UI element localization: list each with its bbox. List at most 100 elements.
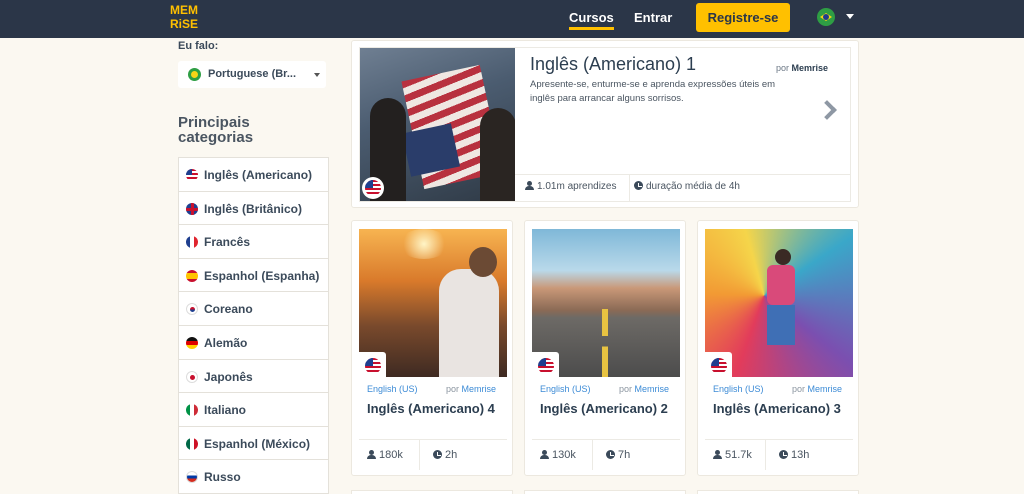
- category-item-german[interactable]: Alemão: [179, 326, 328, 360]
- featured-course-description: Apresente-se, enturme-se e aprenda expre…: [530, 79, 776, 104]
- image-person-right: [480, 108, 515, 201]
- germany-flag-icon: [186, 336, 198, 349]
- duration-text: 2h: [445, 449, 458, 461]
- category-list: Inglês (Americano) Inglês (Britânico) Fr…: [178, 157, 329, 494]
- image-skater-head: [775, 249, 791, 265]
- us-flag-icon: [365, 180, 381, 196]
- learners-count: 1.01m aprendizes: [525, 181, 617, 192]
- france-flag-icon: [186, 236, 198, 249]
- image-sun: [399, 229, 449, 259]
- i-speak-label: Eu falo:: [178, 40, 219, 52]
- divider: [419, 440, 420, 470]
- course-card[interactable]: English (US) por Memrise Inglês (America…: [351, 220, 513, 476]
- category-label: Italiano: [204, 403, 247, 418]
- by-prefix: por: [776, 63, 790, 73]
- course-language[interactable]: English (US): [367, 384, 418, 394]
- course-stats: 51.7k 13h: [705, 439, 853, 470]
- category-item-french[interactable]: Francês: [179, 225, 328, 259]
- featured-course-image: [360, 48, 515, 201]
- user-icon: [713, 450, 722, 459]
- divider: [765, 440, 766, 470]
- mexico-flag-icon: [186, 437, 198, 450]
- course-card-partial[interactable]: [697, 490, 859, 494]
- category-item-italian[interactable]: Italiano: [179, 393, 328, 427]
- course-card[interactable]: English (US) por Memrise Inglês (America…: [697, 220, 859, 476]
- featured-course-title[interactable]: Inglês (Americano) 1: [530, 54, 696, 75]
- category-item-english-us[interactable]: Inglês (Americano): [179, 158, 328, 192]
- course-language[interactable]: English (US): [540, 384, 591, 394]
- user-icon: [367, 450, 376, 459]
- korea-flag-icon: [186, 303, 198, 316]
- author-name[interactable]: Memrise: [792, 63, 829, 73]
- uk-flag-icon: [186, 202, 198, 215]
- category-item-russian[interactable]: Russo: [179, 460, 328, 494]
- author-name[interactable]: Memrise: [635, 384, 670, 394]
- course-card[interactable]: English (US) por Memrise Inglês (America…: [524, 220, 686, 476]
- course-language[interactable]: English (US): [713, 384, 764, 394]
- category-item-english-uk[interactable]: Inglês (Britânico): [179, 192, 328, 226]
- nav-login-link[interactable]: Entrar: [634, 10, 672, 25]
- learners-text: 1.01m aprendizes: [537, 181, 617, 192]
- course-title[interactable]: Inglês (Americano) 3: [713, 401, 853, 416]
- image-skater-body: [767, 265, 795, 305]
- category-label: Inglês (Britânico): [204, 201, 303, 216]
- user-icon: [540, 450, 549, 459]
- us-flag-icon: [538, 358, 554, 374]
- by-prefix: por: [446, 384, 460, 394]
- clock-icon: [779, 450, 788, 459]
- category-item-japanese[interactable]: Japonês: [179, 360, 328, 394]
- category-label: Alemão: [204, 335, 248, 350]
- memrise-logo[interactable]: MEM RiSE: [170, 3, 202, 33]
- course-title[interactable]: Inglês (Americano) 2: [540, 401, 680, 416]
- average-duration: duração média de 4h: [629, 175, 740, 202]
- brazil-flag-icon: [188, 68, 201, 81]
- course-card-partial[interactable]: [524, 490, 686, 494]
- learners-text: 51.7k: [725, 449, 752, 461]
- featured-course-card[interactable]: Inglês (Americano) 1 por Memrise Apresen…: [351, 40, 859, 208]
- category-item-spanish-spain[interactable]: Espanhol (Espanha): [179, 259, 328, 293]
- category-label: Japonês: [204, 369, 253, 384]
- author-name[interactable]: Memrise: [808, 384, 843, 394]
- signup-button[interactable]: Registre-se: [696, 3, 790, 32]
- nav-courses-link[interactable]: Cursos: [569, 10, 614, 30]
- category-label: Espanhol (Espanha): [204, 268, 320, 283]
- course-duration: 2h: [433, 449, 457, 461]
- russia-flag-icon: [186, 471, 198, 484]
- by-prefix: por: [792, 384, 806, 394]
- category-label: Francês: [204, 235, 251, 250]
- course-title[interactable]: Inglês (Americano) 4: [367, 401, 507, 416]
- duration-text: duração média de 4h: [646, 181, 740, 192]
- course-author: por Memrise: [792, 384, 842, 394]
- duration-text: 7h: [618, 449, 631, 461]
- author-name[interactable]: Memrise: [462, 384, 497, 394]
- chevron-down-icon: [314, 73, 320, 77]
- image-skater-legs: [767, 305, 795, 345]
- course-author: por Memrise: [619, 384, 669, 394]
- clock-icon: [433, 450, 442, 459]
- course-stats: 130k 7h: [532, 439, 680, 470]
- learners-count: 51.7k: [713, 449, 752, 461]
- clock-icon: [606, 450, 615, 459]
- us-flag-badge: [532, 352, 559, 379]
- duration-text: 13h: [791, 449, 810, 461]
- divider: [592, 440, 593, 470]
- us-flag-icon: [711, 358, 727, 374]
- course-card-partial[interactable]: [351, 490, 513, 494]
- learners-count: 130k: [540, 449, 576, 461]
- course-author: por Memrise: [446, 384, 496, 394]
- chevron-right-icon[interactable]: [817, 100, 837, 120]
- featured-course-author: por Memrise: [776, 63, 828, 73]
- category-label: Coreano: [204, 302, 253, 317]
- featured-course-stats: 1.01m aprendizes duração média de 4h: [515, 174, 850, 202]
- chevron-down-icon[interactable]: [846, 14, 854, 19]
- top-navigation-bar: MEM RiSE Cursos Entrar Registre-se: [0, 0, 1024, 38]
- brazil-flag-icon[interactable]: [817, 8, 835, 26]
- category-item-spanish-mexico[interactable]: Espanhol (México): [179, 427, 328, 461]
- course-stats: 180k 2h: [359, 439, 507, 470]
- source-language-select[interactable]: Portuguese (Br...: [178, 61, 326, 88]
- source-language-value: Portuguese (Br...: [208, 68, 297, 80]
- category-item-korean[interactable]: Coreano: [179, 292, 328, 326]
- clock-icon: [634, 181, 643, 190]
- category-label: Espanhol (México): [204, 436, 311, 451]
- course-duration: 7h: [606, 449, 630, 461]
